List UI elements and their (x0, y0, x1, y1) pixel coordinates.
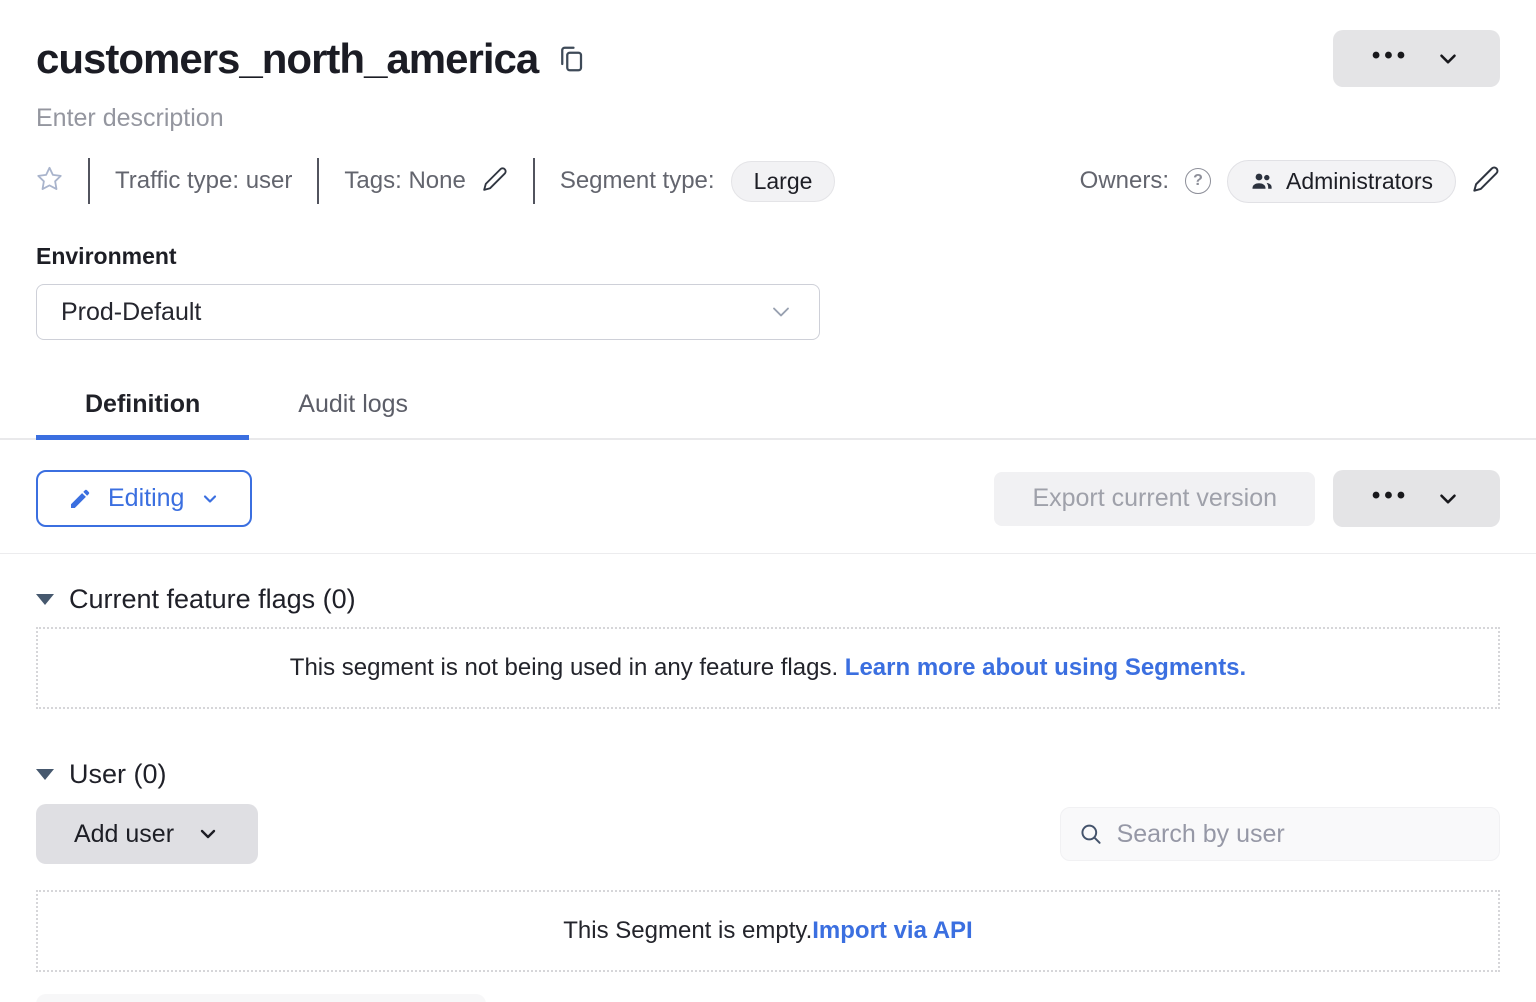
user-search[interactable] (1060, 807, 1500, 861)
editing-mode-button[interactable]: Editing (36, 470, 252, 527)
edit-tags-pencil-icon[interactable] (482, 166, 508, 197)
environment-selected-value: Prod-Default (61, 298, 201, 327)
pencil-icon (68, 487, 92, 511)
tags-label: Tags: None (344, 167, 465, 195)
environment-label: Environment (36, 243, 1500, 270)
segment-detail-page: customers_north_america ••• Enter descri… (0, 30, 1536, 1002)
ellipsis-icon: ••• (1372, 484, 1409, 508)
ellipsis-icon: ••• (1372, 44, 1409, 68)
header-more-menu-button[interactable]: ••• (1333, 30, 1500, 87)
collapse-triangle-icon (36, 769, 54, 780)
search-by-user-input[interactable] (1117, 820, 1481, 849)
favorite-star-icon[interactable] (36, 165, 63, 197)
edit-owners-pencil-icon[interactable] (1472, 165, 1500, 198)
tab-definition[interactable]: Definition (36, 376, 249, 440)
traffic-type-label: Traffic type: user (115, 167, 292, 195)
divider (0, 553, 1536, 554)
collapse-triangle-icon (36, 594, 54, 605)
chevron-down-icon (200, 489, 220, 509)
description-placeholder[interactable]: Enter description (36, 104, 1500, 133)
tab-bar: Definition Audit logs (0, 376, 1536, 440)
user-controls-row: Add user (36, 804, 1500, 864)
add-user-button[interactable]: Add user (36, 804, 258, 864)
chevron-down-icon (1435, 46, 1461, 72)
divider (88, 158, 90, 204)
help-icon[interactable]: ? (1185, 168, 1211, 194)
segment-type-label: Segment type: (560, 167, 715, 195)
chevron-down-icon (1435, 486, 1461, 512)
divider (533, 158, 535, 204)
people-icon (1250, 169, 1274, 193)
chevron-down-icon (767, 298, 795, 326)
add-user-label: Add user (74, 820, 174, 849)
export-current-version-button[interactable]: Export current version (994, 472, 1315, 526)
learn-more-link[interactable]: Learn more about using Segments. (845, 654, 1246, 682)
divider (317, 158, 319, 204)
editing-label: Editing (108, 484, 184, 513)
bottom-cutoff-element (36, 994, 486, 1002)
meta-row: Traffic type: user Tags: None Segment ty… (36, 159, 1500, 203)
copy-icon[interactable] (556, 44, 586, 74)
segment-type-badge: Large (731, 161, 836, 202)
owners-value: Administrators (1286, 168, 1433, 195)
tab-audit-logs[interactable]: Audit logs (249, 376, 457, 440)
search-icon (1079, 821, 1103, 847)
feature-flags-empty-text: This segment is not being used in any fe… (290, 654, 838, 682)
owners-label: Owners: (1080, 167, 1169, 195)
definition-toolbar: Editing Export current version ••• (36, 470, 1500, 527)
feature-flags-section-title: Current feature flags (0) (69, 584, 356, 615)
import-via-api-link[interactable]: Import via API (812, 917, 972, 945)
user-empty-text: This Segment is empty. (563, 917, 812, 945)
user-section-title: User (0) (69, 759, 167, 790)
chevron-down-icon (196, 822, 220, 846)
user-section-header[interactable]: User (0) (36, 759, 1500, 790)
feature-flags-empty-state: This segment is not being used in any fe… (36, 627, 1500, 709)
page-title: customers_north_america (36, 30, 538, 88)
owners-badge[interactable]: Administrators (1227, 160, 1456, 203)
user-empty-state: This Segment is empty. Import via API (36, 890, 1500, 972)
environment-select[interactable]: Prod-Default (36, 284, 820, 340)
feature-flags-section-header[interactable]: Current feature flags (0) (36, 584, 1500, 615)
toolbar-more-menu-button[interactable]: ••• (1333, 470, 1500, 527)
page-header: customers_north_america ••• (36, 30, 1500, 88)
